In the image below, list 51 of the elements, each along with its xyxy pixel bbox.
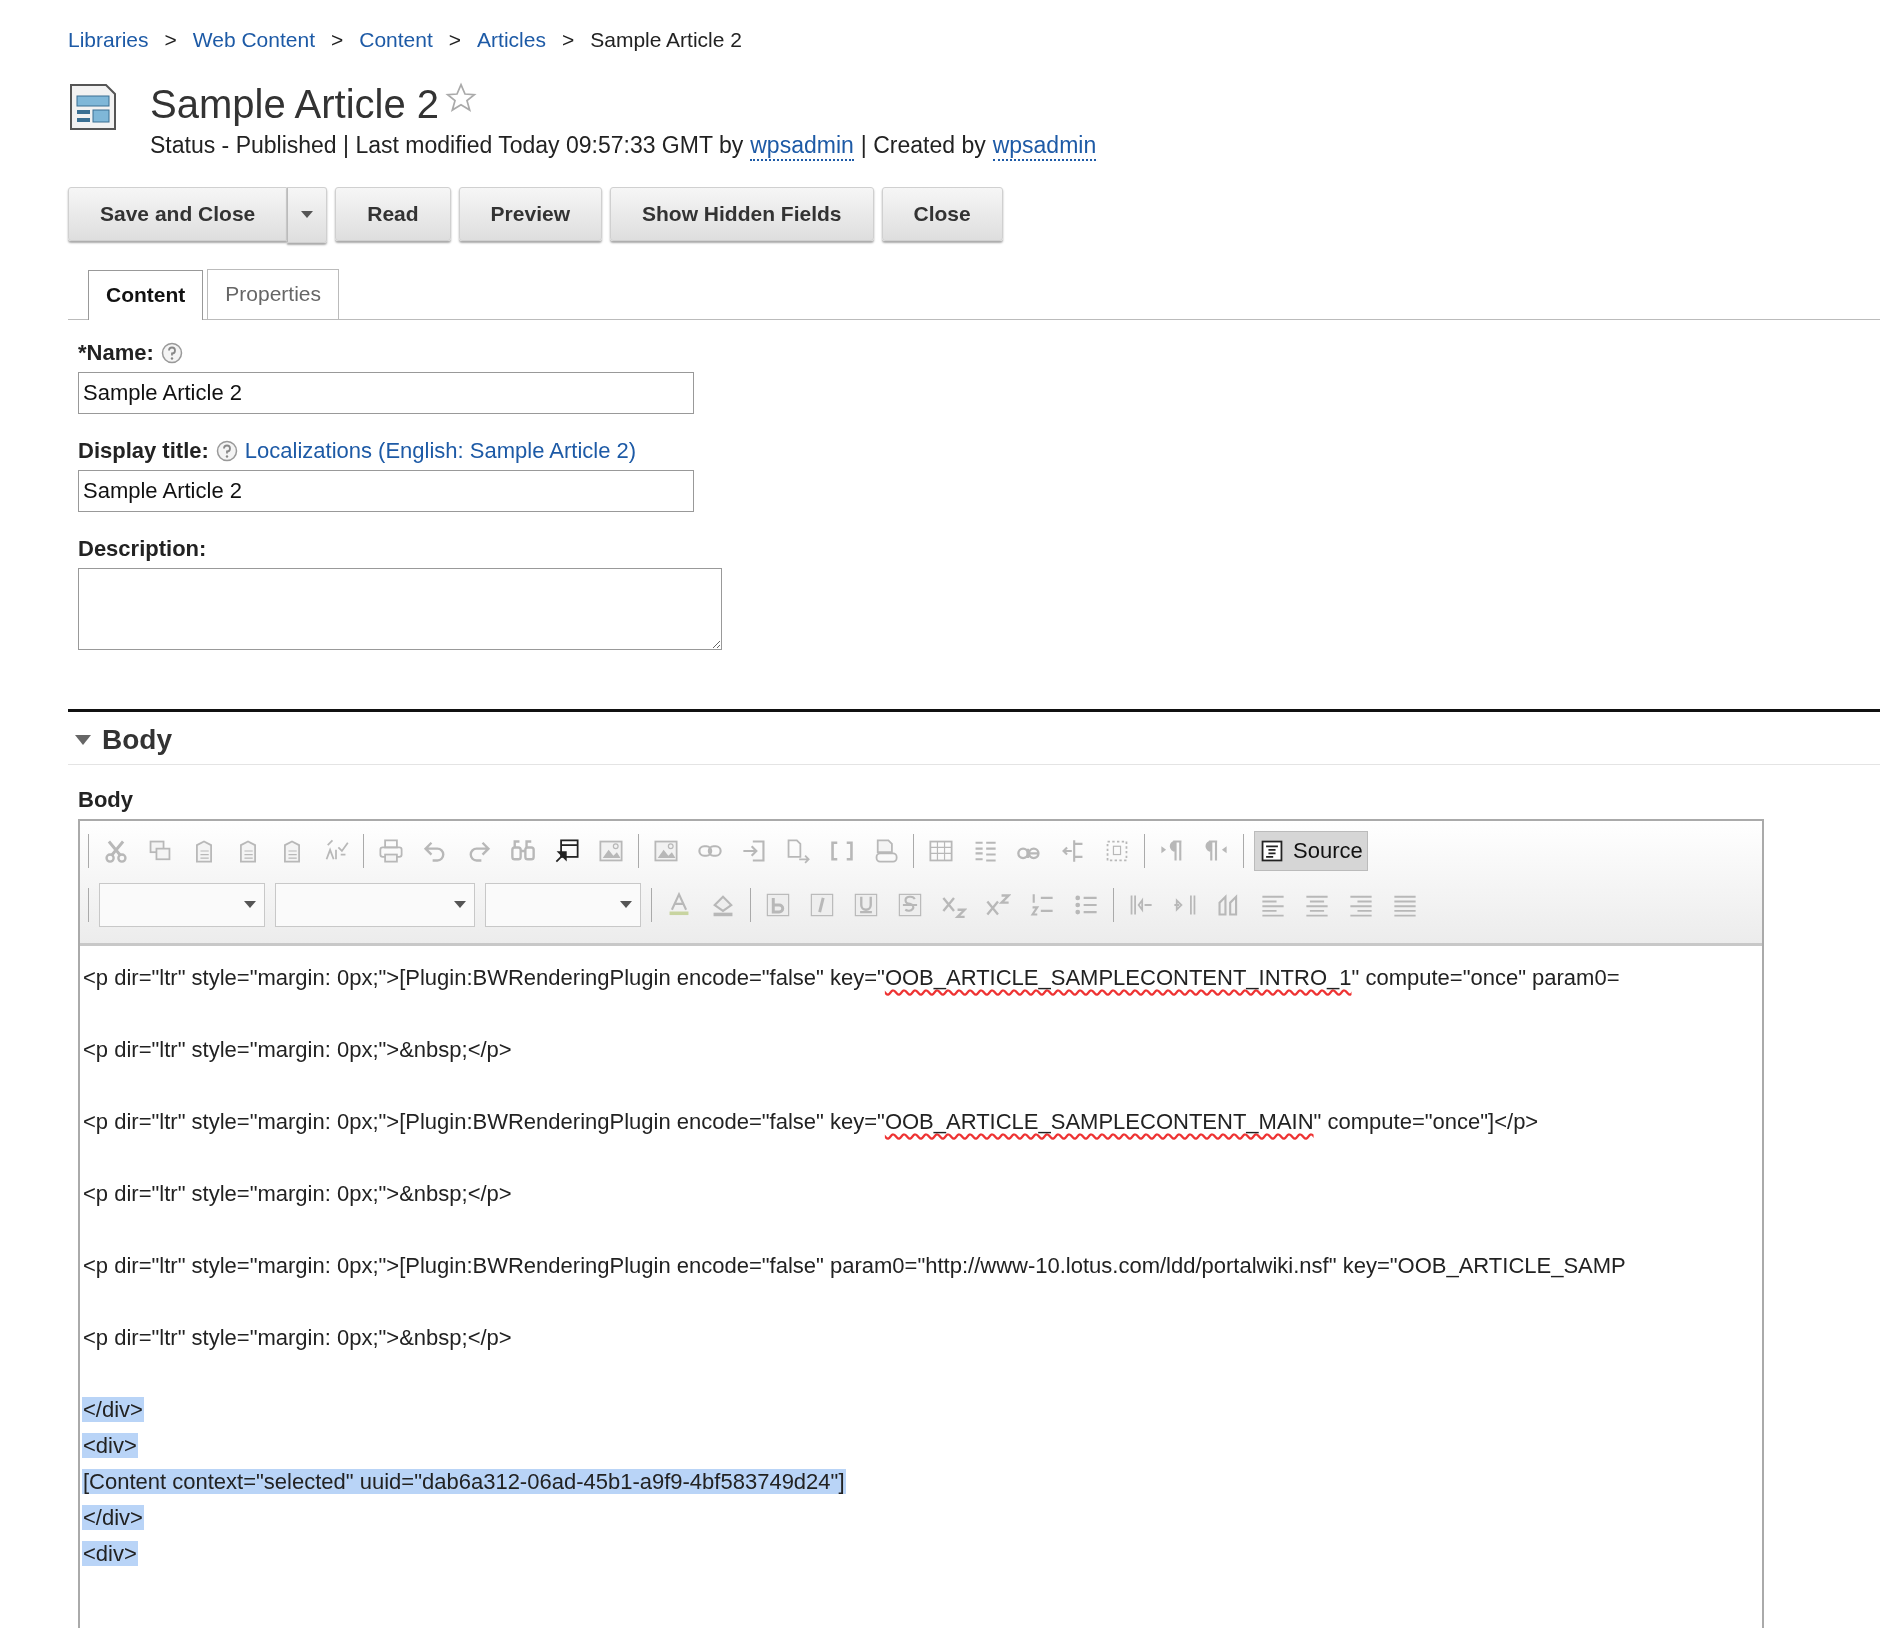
description-field[interactable] (78, 568, 722, 650)
source-icon (1259, 838, 1285, 864)
page-title: Sample Article 2 (150, 82, 440, 126)
tab[interactable]: Properties (207, 269, 340, 319)
tab[interactable]: Content (88, 270, 204, 320)
size-dropdown[interactable] (485, 883, 641, 927)
field-label: *Name: (78, 340, 154, 366)
collapse-icon[interactable] (74, 733, 92, 747)
help-icon[interactable] (215, 440, 238, 462)
breadcrumb-separator: > (164, 28, 177, 52)
breadcrumb-link[interactable]: Web Content (192, 28, 315, 52)
breadcrumb-link[interactable]: Content (359, 28, 433, 52)
breadcrumb-link[interactable]: Libraries (68, 28, 149, 52)
localizations-link[interactable]: Localizations (English: Sample Article 2) (244, 438, 637, 464)
user-link[interactable]: wpsadmin (992, 132, 1097, 161)
status-text: Status - Published | Last modified Today 09:57:33 GMT by (150, 132, 744, 160)
action-button[interactable]: Close (881, 187, 1003, 241)
breadcrumb-separator: > (331, 28, 344, 52)
text-field[interactable]: Sample Article 2 (78, 372, 694, 414)
menu-button[interactable] (287, 187, 328, 243)
document-icon (68, 82, 118, 132)
source-line: <p dir="ltr" style="margin: 0px;">[Plugin:BWRenderingPlugin encode="false" key="OOB_ARTICLE_SAMPLECONTENT_MAIN" compute="once"]</p> (82, 1109, 1540, 1134)
action-button[interactable]: Save and Close (68, 187, 288, 241)
source-line: <p dir="ltr" style="margin: 0px;">&nbsp;</p> (82, 1037, 513, 1062)
breadcrumb-separator: > (448, 28, 462, 52)
caret-icon (244, 901, 256, 909)
field-label: Display title: (78, 438, 209, 464)
breadcrumb-link[interactable]: Articles (477, 28, 546, 52)
action-button[interactable]: Preview (458, 187, 602, 241)
font-dropdown[interactable] (275, 883, 475, 927)
field-label: Body (78, 787, 134, 813)
star-icon[interactable] (445, 82, 478, 114)
format-dropdown[interactable] (99, 883, 265, 927)
breadcrumb-separator: > (561, 28, 575, 52)
help-icon[interactable] (160, 342, 183, 364)
action-button[interactable]: Read (335, 187, 451, 241)
caret-icon (454, 901, 466, 909)
section-title: Body (102, 724, 172, 756)
status-text: | Created by (860, 132, 986, 160)
caret-icon (301, 211, 314, 219)
source-line: <p dir="ltr" style="margin: 0px;">[Plugin:BWRenderingPlugin encode="false" param0="http://www-10.lotus.com/ldd/portalwiki.nsf" key="OOB_ARTICLE_SAMP (82, 1253, 1627, 1278)
action-button[interactable]: Show Hidden Fields (610, 187, 874, 241)
caret-icon (620, 901, 632, 909)
source-line: <p dir="ltr" style="margin: 0px;">&nbsp;</p> (82, 1325, 513, 1350)
breadcrumb-current: Sample Article 2 (590, 28, 742, 52)
source-line: <p dir="ltr" style="margin: 0px;">[Plugin:BWRenderingPlugin encode="false" key="OOB_ARTICLE_SAMPLECONTENT_INTRO_1" compute="once" param0= (82, 965, 1621, 990)
source-line: <p dir="ltr" style="margin: 0px;">&nbsp;</p> (82, 1181, 513, 1206)
text-field[interactable]: Sample Article 2 (78, 470, 694, 512)
user-link[interactable]: wpsadmin (750, 132, 854, 161)
field-label: Description: (78, 536, 207, 562)
source-button[interactable]: Source (1254, 831, 1368, 871)
